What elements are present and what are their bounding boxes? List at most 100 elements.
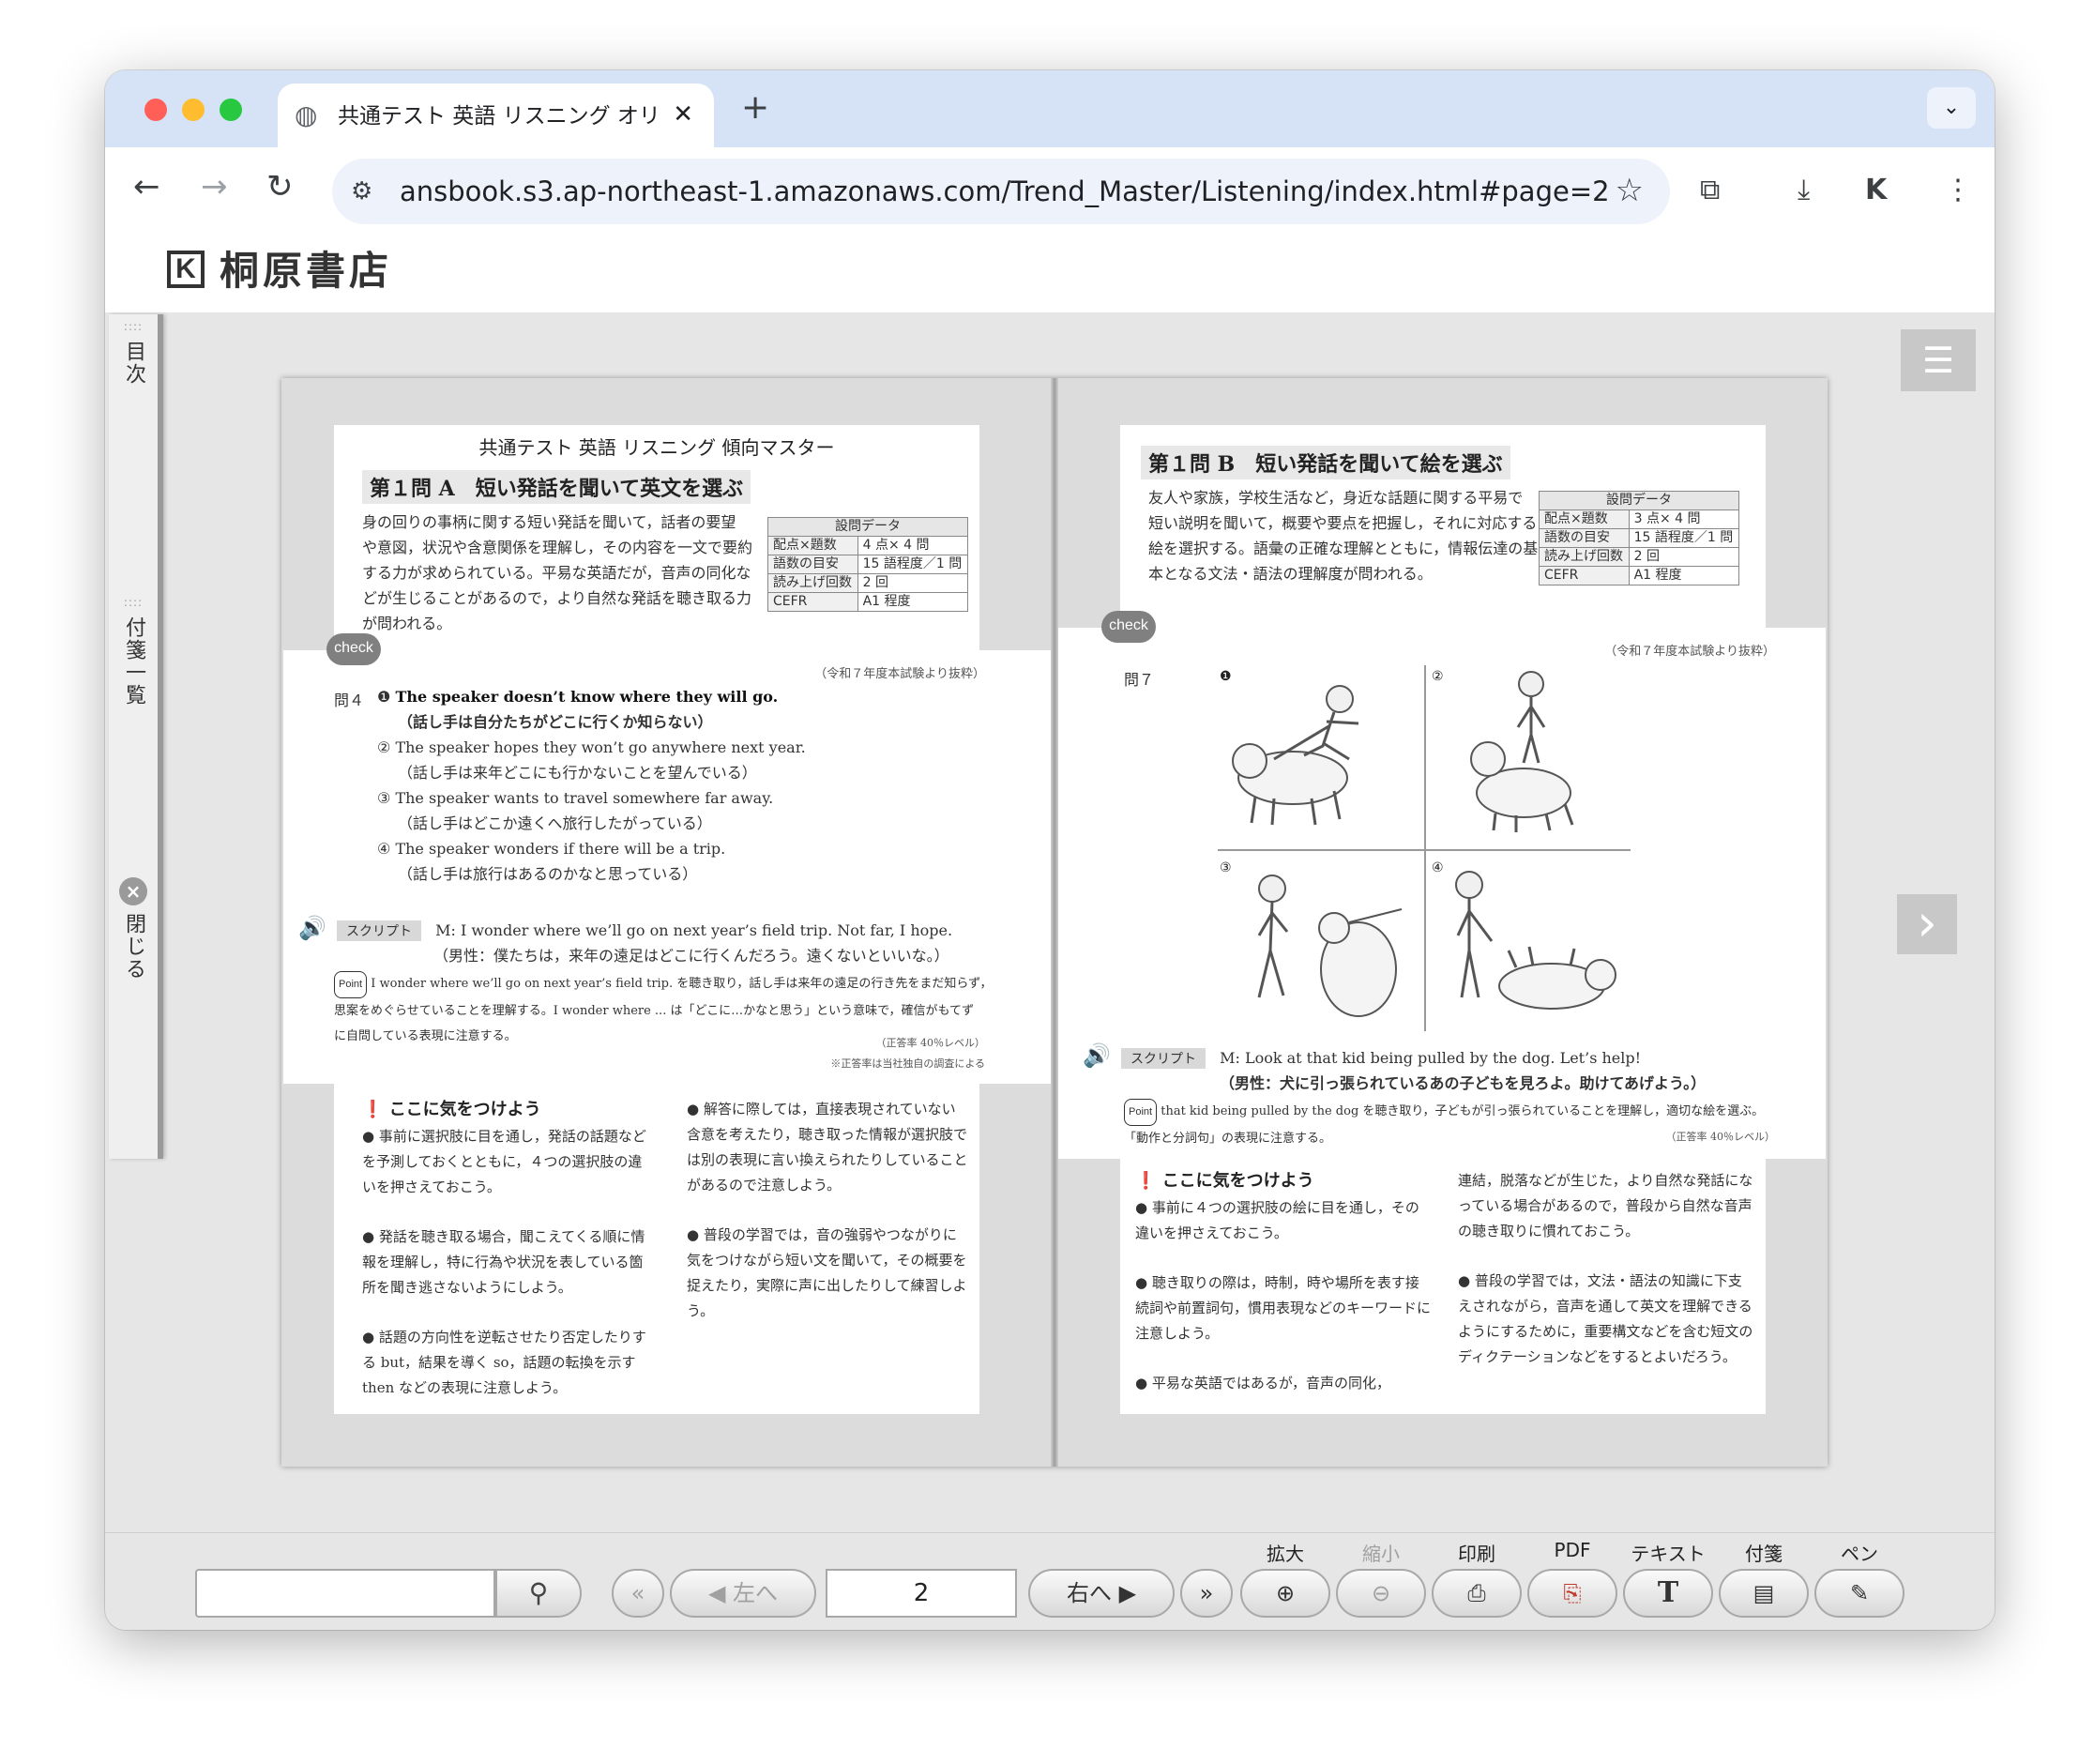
option-translation: （話し手はどこか遠くへ旅行したがっている） xyxy=(398,814,712,832)
intro-line: 友人や家族，学校生活など，身近な話題に関する平易で xyxy=(1148,489,1524,507)
pen-button[interactable]: ✎ xyxy=(1814,1569,1904,1618)
table-cell: 2 回 xyxy=(1628,547,1740,567)
pen-icon: ✎ xyxy=(1849,1580,1870,1606)
tip-item: ● 発話を聴き取る場合，聞こえてくる順に情報を理解し，特に行為や状況を表している… xyxy=(362,1228,645,1296)
page-number-input[interactable]: 2 xyxy=(826,1569,1017,1618)
source-note: （令和７年度本試験より抜粋） xyxy=(814,667,985,681)
picture-number: ② xyxy=(1432,669,1444,684)
tab-search-chevron-icon[interactable]: ⌄ xyxy=(1927,87,1976,129)
book-viewer: :::: 目次 :::: 付箋一覧 × 閉じる ☰ › 共通テスト 英語 リスニ… xyxy=(105,312,1995,1532)
pdf-button[interactable]: ⎘ xyxy=(1527,1569,1617,1618)
extensions-puzzle-icon[interactable]: ⧉ xyxy=(1700,174,1720,207)
table-row: CEFR A1 程度 xyxy=(1539,566,1740,585)
picture-option-1[interactable]: ❶ xyxy=(1218,665,1415,834)
print-button[interactable]: ⎙ xyxy=(1432,1569,1522,1618)
speaker-audio-icon[interactable]: 🔊 xyxy=(1083,1042,1111,1069)
intro-line: 身の回りの事柄に関する短い発話を聞いて，話者の要望 xyxy=(362,513,736,531)
table-cell: CEFR xyxy=(1539,566,1630,585)
back-arrow-icon[interactable]: ← xyxy=(133,168,160,205)
search-input[interactable] xyxy=(195,1569,495,1618)
picture-option-3[interactable]: ③ xyxy=(1218,857,1415,1026)
download-icon[interactable]: ⤓ xyxy=(1798,174,1810,207)
picture-option-4[interactable]: ④ xyxy=(1430,857,1627,1026)
bookmark-star-icon[interactable]: ☆ xyxy=(1616,174,1644,207)
intro-text: 身の回りの事柄に関する短い発話を聞いて，話者の要望 や意図，状況や含意関係を理解… xyxy=(362,509,756,636)
option-en: The speaker wonders if there will be a t… xyxy=(395,840,726,858)
url-text[interactable]: ansbook.s3.ap-northeast-1.amazonaws.com/… xyxy=(400,175,1610,207)
tip-item: ● 事前に４つの選択肢の絵に目を通し，その違いを押さえておこう。 xyxy=(1135,1199,1419,1241)
zoom-out-button[interactable]: ⊖ xyxy=(1336,1569,1426,1618)
pdf-label: PDF xyxy=(1554,1539,1591,1561)
picture-grid: ❶ ② ③ ④ xyxy=(1218,665,1631,1031)
book-spread: 共通テスト 英語 リスニング 傾向マスター 第１問 A 短い発話を聞いて英文を選… xyxy=(281,378,1828,1467)
last-page-button[interactable]: » xyxy=(1180,1569,1233,1618)
kid-walking-dog-illustration xyxy=(1455,871,1616,1010)
table-header: 設問データ xyxy=(1539,491,1739,510)
tips-title: ❗ ここに気をつけよう xyxy=(362,1100,541,1119)
intro-text: 友人や家族，学校生活など，身近な話題に関する平易で 短い説明を聞いて，概要や要点… xyxy=(1148,485,1542,586)
more-menu-icon[interactable]: ⋮ xyxy=(1944,174,1972,207)
tips-col-2: 連結，脱落などが生じた，より自然な発話になっている場合があるので，普段から自然な… xyxy=(1458,1168,1754,1370)
next-page-arrow-icon[interactable]: › xyxy=(1897,894,1957,954)
option-en: The speaker wants to travel somewhere fa… xyxy=(395,789,774,807)
hamburger-menu-icon[interactable]: ☰ xyxy=(1901,329,1976,391)
table-row: 読み上げ回数 2 回 xyxy=(767,573,969,593)
grip-icon: :::: xyxy=(123,320,144,333)
option-item[interactable]: ② The speaker hopes they won’t go anywhe… xyxy=(377,735,1015,760)
minimize-window-button[interactable] xyxy=(182,99,205,121)
section-title: 第１問 A 短い発話を聞いて英文を選ぶ xyxy=(362,470,751,504)
book-title: 共通テスト 英語 リスニング 傾向マスター xyxy=(478,436,835,459)
check-bubble: check xyxy=(1101,611,1156,643)
tips-col-2: ● 解答に際しては，直接表現されていない含意を考えたり，聴き取った情報が選択肢で… xyxy=(687,1097,968,1324)
publisher-logo-text: 桐原書店 xyxy=(220,248,393,294)
table-cell: CEFR xyxy=(767,592,858,612)
point-text: that kid being pulled by the dog を聴き取り，子… xyxy=(1161,1104,1765,1118)
tip-item: ● 話題の方向性を逆転させたり否定したりする but，結果を導く so，話題の転… xyxy=(362,1329,646,1396)
zoom-in-button[interactable]: ⊕ xyxy=(1240,1569,1330,1618)
browser-tab[interactable]: ◍ 共通テスト 英語 リスニング オリ ✕ xyxy=(278,84,714,147)
address-bar[interactable]: ⚙ ansbook.s3.ap-northeast-1.amazonaws.co… xyxy=(332,159,1670,224)
option-item[interactable]: ④ The speaker wonders if there will be a… xyxy=(377,836,1015,861)
right-question-panel: （令和７年度本試験より抜粋） 問７ ❶ ② ③ ④ 🔊 スクリプト M: Loo… xyxy=(1058,628,1826,1159)
first-page-button[interactable]: « xyxy=(612,1569,664,1618)
toc-label: 目次 xyxy=(122,341,145,386)
picture-option-2[interactable]: ② xyxy=(1430,665,1627,834)
table-cell: 語数の目安 xyxy=(1539,528,1630,548)
option-item[interactable]: ❶ The speaker doesn’t know where they wi… xyxy=(377,684,1015,709)
site-info-icon[interactable]: ⚙ xyxy=(351,175,372,207)
option-number: ③ xyxy=(377,789,391,807)
intro-line: が問われる。 xyxy=(362,615,452,632)
picture-number: ④ xyxy=(1432,860,1444,875)
sticky-note-button[interactable]: ▤ xyxy=(1719,1569,1809,1618)
forward-arrow-icon[interactable]: → xyxy=(201,168,228,205)
close-circle-icon: × xyxy=(119,877,147,905)
option-number: ❶ xyxy=(377,688,391,706)
question-label: 問７ xyxy=(1124,671,1155,689)
accuracy-rate: （正答率 40％レベル） xyxy=(1665,1131,1776,1143)
option-item[interactable]: ③ The speaker wants to travel somewhere … xyxy=(377,785,1015,811)
new-tab-button[interactable]: + xyxy=(741,91,769,125)
point-label: Point xyxy=(334,971,368,998)
grip-icon: :::: xyxy=(123,596,144,609)
next-page-button[interactable]: 右へ ▶ xyxy=(1028,1569,1175,1618)
toc-button[interactable]: :::: 目次 xyxy=(109,320,158,391)
close-panel-button[interactable]: × 閉じる xyxy=(109,877,158,986)
text-button[interactable]: T xyxy=(1623,1569,1713,1618)
table-cell: 15 語程度／1 問 xyxy=(1628,528,1740,548)
close-window-button[interactable] xyxy=(144,99,167,121)
reload-icon[interactable]: ↻ xyxy=(266,168,294,205)
tab-bar: ◍ 共通テスト 英語 リスニング オリ ✕ + ⌄ xyxy=(105,70,1995,147)
prev-page-button[interactable]: ◀ 左へ xyxy=(670,1569,816,1618)
question-label: 問４ xyxy=(334,692,365,709)
sticky-list-button[interactable]: :::: 付箋一覧 xyxy=(109,596,158,712)
tab-close-icon[interactable]: ✕ xyxy=(673,100,693,129)
maximize-window-button[interactable] xyxy=(220,99,242,121)
table-cell: 配点×題数 xyxy=(1539,509,1630,529)
check-bubble: check xyxy=(326,633,381,665)
search-icon[interactable]: ⚲ xyxy=(495,1569,582,1618)
option-en: The speaker doesn’t know where they will… xyxy=(395,688,779,706)
pen-label: ペン xyxy=(1841,1543,1878,1565)
profile-k-icon[interactable]: K xyxy=(1865,174,1887,207)
prev-label: 左へ xyxy=(733,1580,779,1606)
speaker-audio-icon[interactable]: 🔊 xyxy=(298,915,326,941)
